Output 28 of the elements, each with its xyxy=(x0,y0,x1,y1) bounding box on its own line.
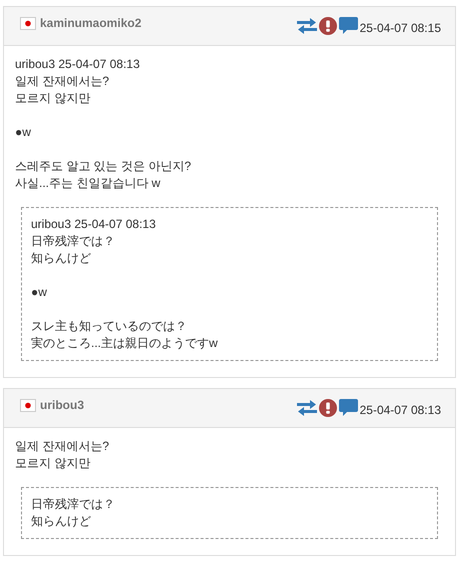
japan-flag-icon xyxy=(20,398,36,412)
message-line: 日帝残滓では？ xyxy=(31,496,116,513)
post-time: 25-04-07 08:13 xyxy=(360,402,441,419)
message-line: 知らんけど xyxy=(31,250,92,267)
comment-icon[interactable] xyxy=(338,399,358,417)
username[interactable]: kaminumaomiko2 xyxy=(40,14,142,32)
post-time: 25-04-07 08:15 xyxy=(360,20,441,37)
exchange-icon[interactable] xyxy=(296,400,317,416)
exchange-icon[interactable] xyxy=(296,18,317,34)
message-line: ●w xyxy=(31,284,48,301)
message-line: 実のところ...主は親日のようですw xyxy=(31,335,219,352)
message-line: uribou3 25-04-07 08:13 xyxy=(15,56,141,73)
message-line: 사실...주는 친일같습니다 w xyxy=(15,175,162,192)
message-line: 스레주도 알고 있는 것은 아닌지? xyxy=(15,158,192,175)
username[interactable]: uribou3 xyxy=(40,396,84,414)
message-line: スレ主も知っているのでは？ xyxy=(31,318,188,335)
alert-icon[interactable] xyxy=(318,17,337,35)
message-line: 일제 잔재에서는? xyxy=(15,438,110,455)
alert-icon[interactable] xyxy=(318,399,337,417)
message-line: 日帝残滓では？ xyxy=(31,233,116,250)
comment-icon[interactable] xyxy=(338,17,358,35)
message-line: 모르지 않지만 xyxy=(15,455,92,472)
message-line: 知らんけど xyxy=(31,513,92,530)
message-line: 모르지 않지만 xyxy=(15,90,92,107)
message-line: ●w xyxy=(15,124,32,141)
message-line: 일제 잔재에서는? xyxy=(15,73,110,90)
japan-flag-icon xyxy=(20,16,36,30)
message-line: uribou3 25-04-07 08:13 xyxy=(31,216,157,233)
